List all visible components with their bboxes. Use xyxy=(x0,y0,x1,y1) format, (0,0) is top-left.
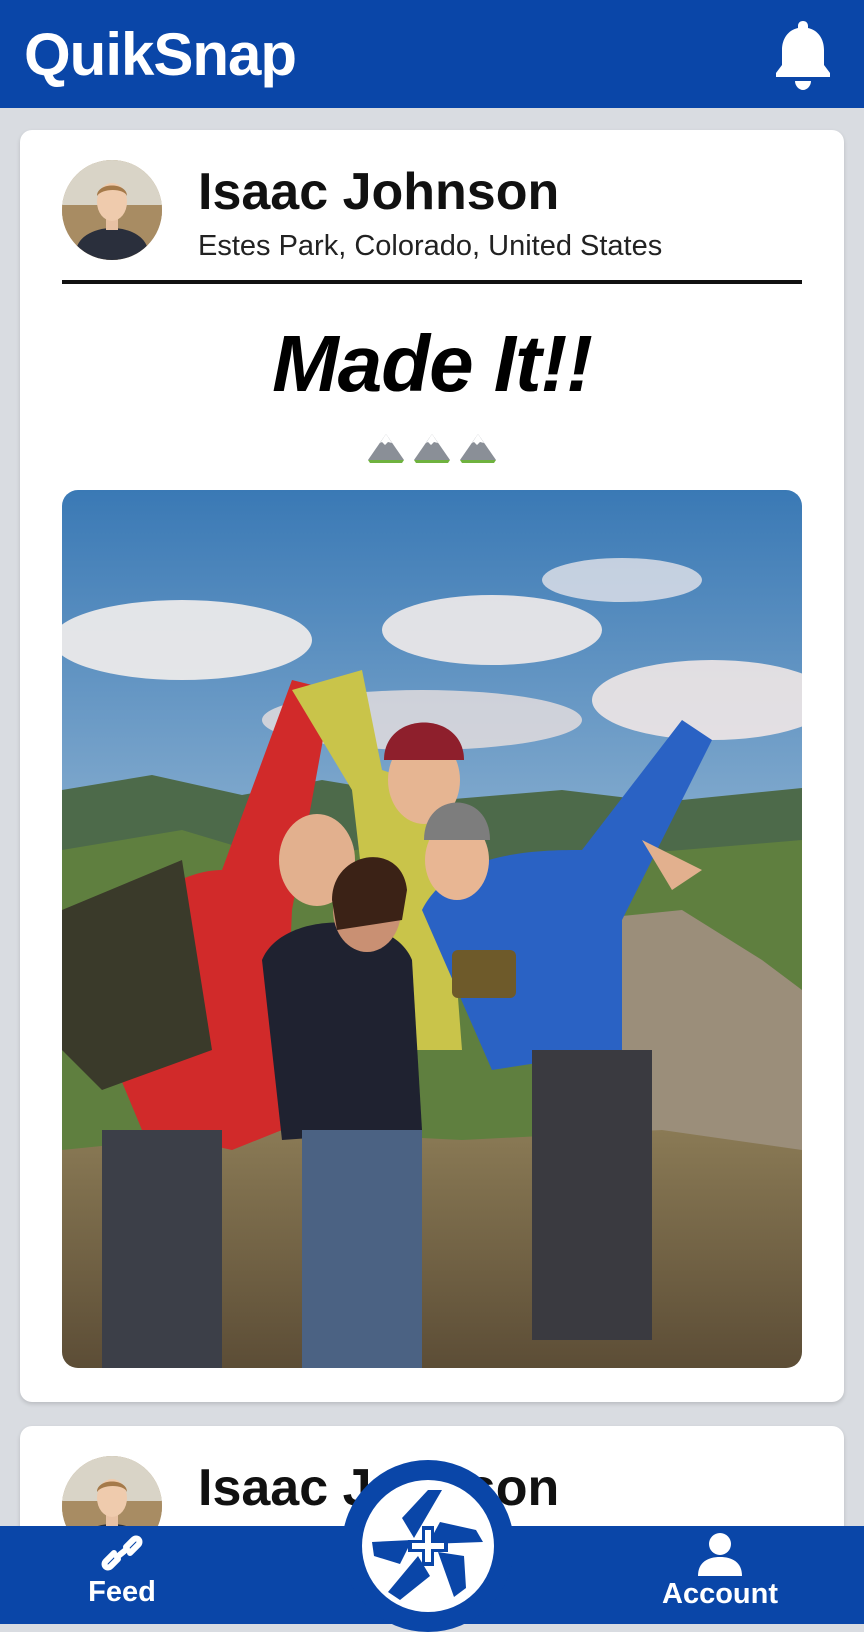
person-icon xyxy=(698,1533,742,1576)
nav-account-button[interactable]: Account xyxy=(640,1526,800,1624)
nav-feed-button[interactable]: Feed xyxy=(62,1526,182,1624)
nav-account-label: Account xyxy=(662,1578,778,1610)
new-post-camera-button[interactable] xyxy=(342,1460,514,1632)
mountain-emoji-icon xyxy=(367,434,404,463)
avatar[interactable] xyxy=(62,160,162,260)
app-title: QuikSnap xyxy=(24,20,297,88)
post-location: Estes Park, Colorado, United States xyxy=(198,230,663,262)
feed[interactable]: Isaac Johnson Estes Park, Colorado, Unit… xyxy=(0,108,864,1526)
mountain-emoji-icon xyxy=(460,434,497,463)
top-app-bar: QuikSnap xyxy=(0,0,864,108)
post-emoji-row xyxy=(20,430,844,470)
link-icon xyxy=(101,1535,143,1571)
post-author-name[interactable]: Isaac Johnson xyxy=(198,162,559,222)
divider xyxy=(62,280,802,284)
post-card: Isaac Johnson Estes Park, Colorado, Unit… xyxy=(20,130,844,1402)
post-photo[interactable] xyxy=(62,490,802,1368)
bell-icon[interactable] xyxy=(772,17,834,91)
nav-feed-label: Feed xyxy=(88,1576,156,1608)
post-header[interactable]: Isaac Johnson Estes Park, Colorado, Unit… xyxy=(62,160,802,280)
mountain-emoji-icon xyxy=(414,434,450,463)
post-title: Made It!! xyxy=(272,319,593,408)
camera-shutter-plus-icon xyxy=(362,1480,494,1612)
avatar[interactable] xyxy=(62,1456,162,1526)
